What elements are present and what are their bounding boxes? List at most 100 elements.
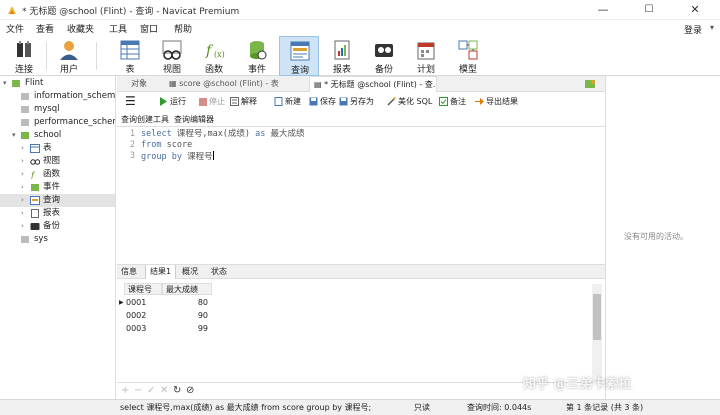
tab-untitled-query[interactable]: ▤ * 无标题 @school (Flint) - 查... xyxy=(309,76,437,92)
tab-score-table[interactable]: ▦ score @school (Flint) - 表 xyxy=(165,76,307,92)
chevron-right-icon[interactable]: › xyxy=(21,181,24,194)
tree-label: 事件 xyxy=(43,182,61,192)
toolbar-connection-button[interactable]: 连接 xyxy=(4,36,44,76)
sql-text: 课程号 xyxy=(181,152,213,162)
tree-database[interactable]: performance_schema xyxy=(0,116,115,129)
hamburger-menu-icon[interactable]: ☰ xyxy=(125,95,136,108)
column-header-course-id[interactable]: 课程号 xyxy=(124,283,162,295)
sql-editor[interactable]: 1 select 课程号,max(成绩) as 最大成绩 2 from scor… xyxy=(117,127,605,264)
toolbar-backup-button[interactable]: 备份 xyxy=(364,36,404,76)
beautify-sql-button[interactable]: 美化 SQL xyxy=(387,96,432,108)
save-button[interactable]: 保存 xyxy=(309,96,336,108)
line-number: 3 xyxy=(129,151,135,161)
status-query-time: 查询时间: 0.044s xyxy=(467,403,532,412)
apply-changes-icon[interactable]: ✓ xyxy=(147,385,155,396)
tab-query-builder[interactable]: 查询创建工具 xyxy=(121,114,169,125)
minimize-button[interactable]: — xyxy=(580,0,626,20)
stop-button[interactable]: 停止 xyxy=(199,96,225,108)
toolbar-query-button[interactable]: 查询 xyxy=(279,36,319,76)
toolbar-label: 连接 xyxy=(14,65,33,75)
tree-item-views[interactable]: › 视图 xyxy=(0,155,115,168)
cell-max-score[interactable]: 90 xyxy=(162,309,208,322)
tree-item-reports[interactable]: › 报表 xyxy=(0,207,115,220)
menu-tools[interactable]: 工具 xyxy=(109,22,127,35)
delete-record-icon[interactable]: − xyxy=(134,385,142,396)
chevron-right-icon[interactable]: › xyxy=(21,194,24,207)
scrollbar-thumb[interactable] xyxy=(593,294,601,340)
chevron-right-icon[interactable]: › xyxy=(21,142,24,155)
toolbar-report-button[interactable]: 报表 xyxy=(322,36,362,76)
new-label: 新建 xyxy=(285,97,301,106)
cell-max-score[interactable]: 80 xyxy=(162,296,208,309)
toolbar-event-button[interactable]: 事件 xyxy=(237,36,277,76)
tree-database[interactable]: information_schema xyxy=(0,90,115,103)
cell-max-score[interactable]: 99 xyxy=(162,322,208,335)
tab-profile[interactable]: 概况 xyxy=(178,265,202,279)
comment-label: 备注 xyxy=(450,97,466,106)
tree-database[interactable]: sys xyxy=(0,233,115,246)
new-button[interactable]: 新建 xyxy=(274,96,301,108)
menu-window[interactable]: 窗口 xyxy=(140,22,158,35)
tree-item-backups[interactable]: › 备份 xyxy=(0,220,115,233)
discard-changes-icon[interactable]: ✕ xyxy=(160,385,168,396)
explain-icon xyxy=(230,97,239,106)
table-icon: ▦ xyxy=(169,79,180,88)
tree-database[interactable]: mysql xyxy=(0,103,115,116)
tree-item-tables[interactable]: › 表 xyxy=(0,142,115,155)
tree-connection-flint[interactable]: ▾ Flint xyxy=(0,77,115,90)
sql-keyword: group by xyxy=(141,152,182,162)
tab-status[interactable]: 状态 xyxy=(207,265,231,279)
menu-help[interactable]: 帮助 xyxy=(174,22,192,35)
watermark: 知乎 @三弟卡索拉 xyxy=(523,377,632,392)
toolbar-model-button[interactable]: 模型 xyxy=(448,36,488,76)
tree-item-events[interactable]: › 事件 xyxy=(0,181,115,194)
chevron-right-icon[interactable]: › xyxy=(21,155,24,168)
chevron-right-icon[interactable]: › xyxy=(21,168,24,181)
menu-file[interactable]: 文件 xyxy=(6,22,24,35)
cell-course-id[interactable]: 0002 xyxy=(126,309,162,322)
tree-database-school[interactable]: ▾ school xyxy=(0,129,115,142)
menu-favorites[interactable]: 收藏夹 xyxy=(67,22,94,35)
close-button[interactable]: ✕ xyxy=(672,0,718,20)
chevron-down-icon[interactable]: ▾ xyxy=(12,129,16,142)
explain-button[interactable]: 解释 xyxy=(230,96,257,108)
tree-item-functions[interactable]: › f 函数 xyxy=(0,168,115,181)
refresh-icon[interactable]: ↻ xyxy=(173,385,181,396)
stop-loading-icon[interactable]: ⊘ xyxy=(186,385,194,396)
toolbar-table-button[interactable]: 表 xyxy=(110,36,150,76)
save-as-icon xyxy=(339,97,348,106)
export-results-button[interactable]: 导出结果 xyxy=(475,96,518,108)
add-record-icon[interactable]: + xyxy=(121,385,129,396)
save-as-button[interactable]: 另存为 xyxy=(339,96,374,108)
magic-wand-icon xyxy=(387,97,396,106)
code-line: 2 from score xyxy=(117,140,605,151)
new-tab-icon[interactable] xyxy=(584,79,596,89)
column-header-max-score[interactable]: 最大成绩 xyxy=(162,283,212,295)
tab-query-editor[interactable]: 查询编辑器 xyxy=(174,114,214,125)
cell-course-id[interactable]: 0001 xyxy=(126,296,162,309)
tree-label: 函数 xyxy=(43,169,61,179)
svg-text:f: f xyxy=(30,171,36,179)
text-cursor xyxy=(212,151,214,160)
menu-view[interactable]: 查看 xyxy=(36,22,54,35)
run-button[interactable]: 运行 xyxy=(159,96,186,108)
toolbar-function-button[interactable]: f (x) 函数 xyxy=(194,36,234,76)
cell-course-id[interactable]: 0003 xyxy=(126,322,162,335)
chevron-right-icon[interactable]: › xyxy=(21,207,24,220)
toolbar-schedule-button[interactable]: 计划 xyxy=(406,36,446,76)
sql-text: 课程号,max(成绩) xyxy=(171,129,256,139)
comment-button[interactable]: 备注 xyxy=(439,96,466,108)
toolbar-user-button[interactable]: 用户 xyxy=(49,36,89,76)
tab-result-1[interactable]: 结果1 xyxy=(145,265,177,279)
chevron-down-icon[interactable]: ▾ xyxy=(3,77,7,90)
toolbar-view-button[interactable]: 视图 xyxy=(152,36,192,76)
chevron-right-icon[interactable]: › xyxy=(21,220,24,233)
vertical-scrollbar[interactable] xyxy=(592,284,602,382)
maximize-button[interactable]: ☐ xyxy=(626,0,672,20)
login-button[interactable]: 登录 xyxy=(684,23,702,36)
chevron-down-icon[interactable]: ▾ xyxy=(710,23,714,32)
tab-info[interactable]: 信息 xyxy=(117,265,141,279)
function-icon: f (x) xyxy=(205,43,225,59)
tab-objects[interactable]: 对象 xyxy=(127,76,165,92)
tree-item-queries[interactable]: › 查询 xyxy=(0,194,115,207)
